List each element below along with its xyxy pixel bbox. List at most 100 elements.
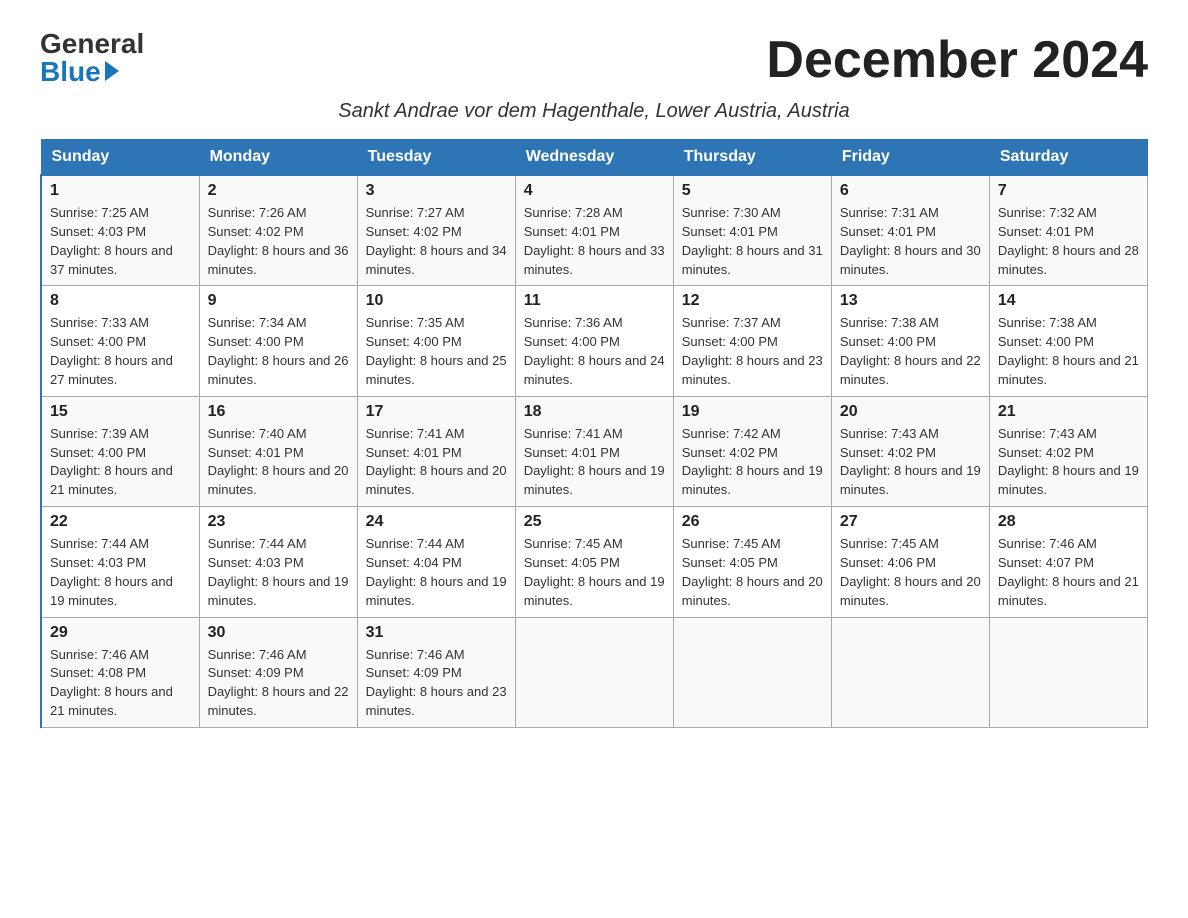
calendar-cell: 2 Sunrise: 7:26 AMSunset: 4:02 PMDaylight…	[199, 175, 357, 286]
calendar-cell: 28Sunrise: 7:46 AMSunset: 4:07 PMDayligh…	[989, 507, 1147, 617]
day-info: Sunrise: 7:37 AMSunset: 4:00 PMDaylight:…	[682, 314, 823, 389]
day-info: Sunrise: 7:43 AMSunset: 4:02 PMDaylight:…	[998, 425, 1139, 500]
calendar-cell: 30 Sunrise: 7:46 AMSunset: 4:09 PMDayligh…	[199, 617, 357, 727]
day-number: 13	[840, 292, 981, 310]
day-number: 2	[208, 182, 349, 200]
calendar-cell: 19 Sunrise: 7:42 AMSunset: 4:02 PMDayligh…	[673, 396, 831, 506]
calendar-cell: 1 Sunrise: 7:25 AMSunset: 4:03 PMDaylight…	[41, 175, 199, 286]
day-number: 26	[682, 513, 823, 531]
day-number: 8	[50, 292, 191, 310]
calendar-cell: 13 Sunrise: 7:38 AMSunset: 4:00 PMDayligh…	[831, 286, 989, 396]
day-info: Sunrise: 7:46 AMSunset: 4:09 PMDaylight:…	[208, 646, 349, 721]
day-number: 29	[50, 624, 191, 642]
calendar-week-row: 29 Sunrise: 7:46 AMSunset: 4:08 PMDayligh…	[41, 617, 1148, 727]
day-number: 30	[208, 624, 349, 642]
day-info: Sunrise: 7:41 AMSunset: 4:01 PMDaylight:…	[524, 425, 665, 500]
day-info: Sunrise: 7:45 AMSunset: 4:05 PMDaylight:…	[524, 535, 665, 610]
calendar-cell: 27 Sunrise: 7:45 AMSunset: 4:06 PMDayligh…	[831, 507, 989, 617]
day-info: Sunrise: 7:45 AMSunset: 4:06 PMDaylight:…	[840, 535, 981, 610]
day-number: 7	[998, 182, 1139, 200]
calendar-header-row: SundayMondayTuesdayWednesdayThursdayFrid…	[41, 140, 1148, 176]
day-info: Sunrise: 7:40 AMSunset: 4:01 PMDaylight:…	[208, 425, 349, 500]
day-number: 1	[50, 182, 191, 200]
calendar-table: SundayMondayTuesdayWednesdayThursdayFrid…	[40, 139, 1148, 728]
day-number: 27	[840, 513, 981, 531]
day-info: Sunrise: 7:26 AMSunset: 4:02 PMDaylight:…	[208, 204, 349, 279]
day-number: 3	[366, 182, 507, 200]
calendar-cell: 6 Sunrise: 7:31 AMSunset: 4:01 PMDaylight…	[831, 175, 989, 286]
day-info: Sunrise: 7:45 AMSunset: 4:05 PMDaylight:…	[682, 535, 823, 610]
day-info: Sunrise: 7:25 AMSunset: 4:03 PMDaylight:…	[50, 204, 191, 279]
day-number: 20	[840, 403, 981, 421]
day-number: 25	[524, 513, 665, 531]
calendar-cell: 9 Sunrise: 7:34 AMSunset: 4:00 PMDaylight…	[199, 286, 357, 396]
day-info: Sunrise: 7:34 AMSunset: 4:00 PMDaylight:…	[208, 314, 349, 389]
calendar-cell: 11Sunrise: 7:36 AMSunset: 4:00 PMDayligh…	[515, 286, 673, 396]
calendar-cell: 14 Sunrise: 7:38 AMSunset: 4:00 PMDayligh…	[989, 286, 1147, 396]
calendar-cell: 29 Sunrise: 7:46 AMSunset: 4:08 PMDayligh…	[41, 617, 199, 727]
day-number: 23	[208, 513, 349, 531]
calendar-cell: 16 Sunrise: 7:40 AMSunset: 4:01 PMDayligh…	[199, 396, 357, 506]
day-number: 22	[50, 513, 191, 531]
page-header: General Blue December 2024	[40, 30, 1148, 90]
calendar-cell: 23 Sunrise: 7:44 AMSunset: 4:03 PMDayligh…	[199, 507, 357, 617]
column-header-saturday: Saturday	[989, 140, 1147, 176]
location-subtitle: Sankt Andrae vor dem Hagenthale, Lower A…	[40, 100, 1148, 123]
day-info: Sunrise: 7:28 AMSunset: 4:01 PMDaylight:…	[524, 204, 665, 279]
logo-general-text: General	[40, 30, 144, 58]
calendar-week-row: 1 Sunrise: 7:25 AMSunset: 4:03 PMDaylight…	[41, 175, 1148, 286]
day-info: Sunrise: 7:38 AMSunset: 4:00 PMDaylight:…	[840, 314, 981, 389]
day-info: Sunrise: 7:35 AMSunset: 4:00 PMDaylight:…	[366, 314, 507, 389]
day-info: Sunrise: 7:42 AMSunset: 4:02 PMDaylight:…	[682, 425, 823, 500]
calendar-cell: 5 Sunrise: 7:30 AMSunset: 4:01 PMDaylight…	[673, 175, 831, 286]
day-number: 11	[524, 292, 665, 310]
calendar-cell	[989, 617, 1147, 727]
day-number: 5	[682, 182, 823, 200]
day-number: 10	[366, 292, 507, 310]
day-number: 14	[998, 292, 1139, 310]
calendar-cell: 10 Sunrise: 7:35 AMSunset: 4:00 PMDayligh…	[357, 286, 515, 396]
day-number: 28	[998, 513, 1139, 531]
day-info: Sunrise: 7:44 AMSunset: 4:04 PMDaylight:…	[366, 535, 507, 610]
day-number: 9	[208, 292, 349, 310]
day-number: 15	[50, 403, 191, 421]
month-title: December 2024	[766, 30, 1148, 90]
day-number: 19	[682, 403, 823, 421]
calendar-cell: 8 Sunrise: 7:33 AMSunset: 4:00 PMDaylight…	[41, 286, 199, 396]
day-number: 4	[524, 182, 665, 200]
day-number: 6	[840, 182, 981, 200]
calendar-cell: 22 Sunrise: 7:44 AMSunset: 4:03 PMDayligh…	[41, 507, 199, 617]
day-number: 24	[366, 513, 507, 531]
calendar-cell: 12 Sunrise: 7:37 AMSunset: 4:00 PMDayligh…	[673, 286, 831, 396]
calendar-cell: 17Sunrise: 7:41 AMSunset: 4:01 PMDayligh…	[357, 396, 515, 506]
day-info: Sunrise: 7:44 AMSunset: 4:03 PMDaylight:…	[50, 535, 191, 610]
calendar-cell: 18 Sunrise: 7:41 AMSunset: 4:01 PMDayligh…	[515, 396, 673, 506]
calendar-week-row: 22 Sunrise: 7:44 AMSunset: 4:03 PMDayligh…	[41, 507, 1148, 617]
day-info: Sunrise: 7:33 AMSunset: 4:00 PMDaylight:…	[50, 314, 191, 389]
calendar-cell: 7 Sunrise: 7:32 AMSunset: 4:01 PMDaylight…	[989, 175, 1147, 286]
day-number: 18	[524, 403, 665, 421]
calendar-cell: 21Sunrise: 7:43 AMSunset: 4:02 PMDayligh…	[989, 396, 1147, 506]
calendar-cell	[673, 617, 831, 727]
logo-triangle-icon	[105, 61, 119, 81]
calendar-week-row: 8 Sunrise: 7:33 AMSunset: 4:00 PMDaylight…	[41, 286, 1148, 396]
calendar-cell: 20Sunrise: 7:43 AMSunset: 4:02 PMDayligh…	[831, 396, 989, 506]
day-number: 12	[682, 292, 823, 310]
day-info: Sunrise: 7:32 AMSunset: 4:01 PMDaylight:…	[998, 204, 1139, 279]
column-header-sunday: Sunday	[41, 140, 199, 176]
calendar-cell: 24 Sunrise: 7:44 AMSunset: 4:04 PMDayligh…	[357, 507, 515, 617]
calendar-cell: 3 Sunrise: 7:27 AMSunset: 4:02 PMDaylight…	[357, 175, 515, 286]
day-info: Sunrise: 7:27 AMSunset: 4:02 PMDaylight:…	[366, 204, 507, 279]
calendar-cell: 26 Sunrise: 7:45 AMSunset: 4:05 PMDayligh…	[673, 507, 831, 617]
logo-blue-text: Blue	[40, 58, 119, 86]
day-info: Sunrise: 7:44 AMSunset: 4:03 PMDaylight:…	[208, 535, 349, 610]
day-info: Sunrise: 7:46 AMSunset: 4:08 PMDaylight:…	[50, 646, 191, 721]
day-info: Sunrise: 7:30 AMSunset: 4:01 PMDaylight:…	[682, 204, 823, 279]
column-header-thursday: Thursday	[673, 140, 831, 176]
day-number: 16	[208, 403, 349, 421]
day-info: Sunrise: 7:31 AMSunset: 4:01 PMDaylight:…	[840, 204, 981, 279]
column-header-friday: Friday	[831, 140, 989, 176]
day-info: Sunrise: 7:39 AMSunset: 4:00 PMDaylight:…	[50, 425, 191, 500]
day-info: Sunrise: 7:38 AMSunset: 4:00 PMDaylight:…	[998, 314, 1139, 389]
day-info: Sunrise: 7:46 AMSunset: 4:09 PMDaylight:…	[366, 646, 507, 721]
